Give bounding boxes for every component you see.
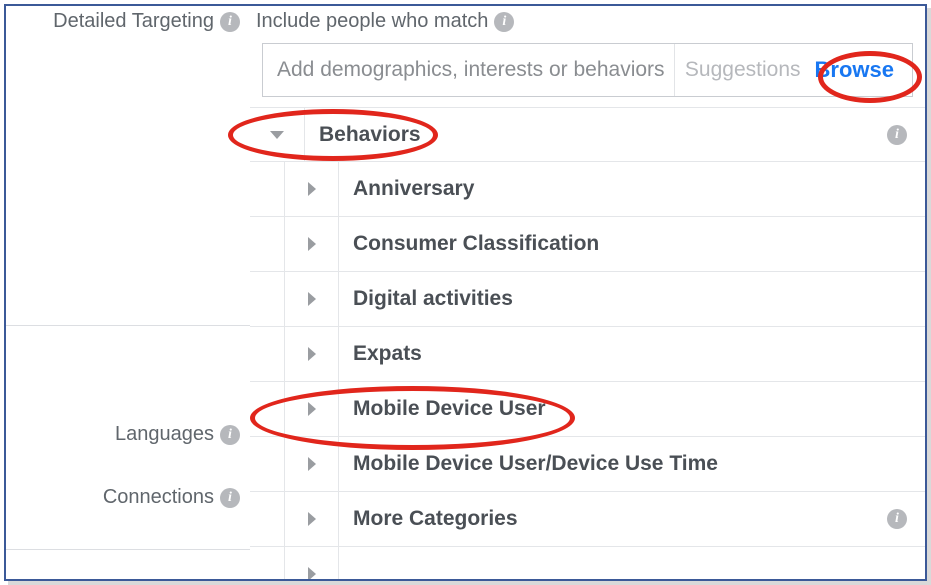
connections-text: Connections [103,486,214,509]
left-column: Detailed Targeting i Languages i Connect… [6,6,250,579]
chevron-right-icon[interactable] [284,492,338,546]
targeting-search-bar: Suggestions Browse [262,43,913,97]
divider [338,547,339,581]
detailed-targeting-text: Detailed Targeting [53,10,214,33]
tree-item-consumer-classification[interactable]: Consumer Classification [250,217,925,272]
tree-item-label: Anniversary [339,177,907,201]
languages-label: Languages i [115,423,240,446]
chevron-right-icon[interactable] [284,437,338,491]
tree-item[interactable] [250,547,925,581]
suggestions-button[interactable]: Suggestions [674,44,805,96]
tree-item-label: More Categories [339,507,885,531]
tree-item-digital-activities[interactable]: Digital activities [250,272,925,327]
info-icon[interactable]: i [220,12,240,32]
tree-item-more-categories[interactable]: More Categories i [250,492,925,547]
chevron-down-icon[interactable] [250,108,304,161]
divider [6,325,250,326]
info-icon[interactable]: i [887,125,907,145]
chevron-right-icon[interactable] [284,547,338,581]
info-icon[interactable]: i [494,12,514,32]
tree-item-label: Digital activities [339,287,907,311]
tree-item-label: Mobile Device User/Device Use Time [339,452,907,476]
chevron-right-icon[interactable] [284,382,338,436]
behaviors-tree: Behaviors i Anniversary Consumer Classif… [250,107,925,581]
tree-item-label: Expats [339,342,907,366]
info-icon[interactable]: i [220,488,240,508]
tree-item-mobile-device-user[interactable]: Mobile Device User [250,382,925,437]
tree-item-label: Mobile Device User [339,397,907,421]
chevron-right-icon[interactable] [284,162,338,216]
browse-button[interactable]: Browse [805,44,908,96]
tree-item-mobile-device-use-time[interactable]: Mobile Device User/Device Use Time [250,437,925,492]
include-label: Include people who match [256,10,488,33]
tree-item-label: Consumer Classification [339,232,907,256]
info-icon[interactable]: i [887,509,907,529]
detailed-targeting-label: Detailed Targeting i [53,10,240,33]
chevron-right-icon[interactable] [284,217,338,271]
tree-group-behaviors[interactable]: Behaviors i [250,107,925,162]
tree-group-label: Behaviors [305,123,885,147]
languages-text: Languages [115,423,214,446]
tree-item-anniversary[interactable]: Anniversary [250,162,925,217]
targeting-panel: Detailed Targeting i Languages i Connect… [4,4,927,581]
search-input[interactable] [277,58,674,82]
info-icon[interactable]: i [220,425,240,445]
connections-label: Connections i [103,486,240,509]
right-column: Include people who match i Suggestions B… [250,6,925,579]
include-header: Include people who match i [250,6,925,43]
chevron-right-icon[interactable] [284,272,338,326]
tree-item-expats[interactable]: Expats [250,327,925,382]
divider [6,549,250,550]
chevron-right-icon[interactable] [284,327,338,381]
